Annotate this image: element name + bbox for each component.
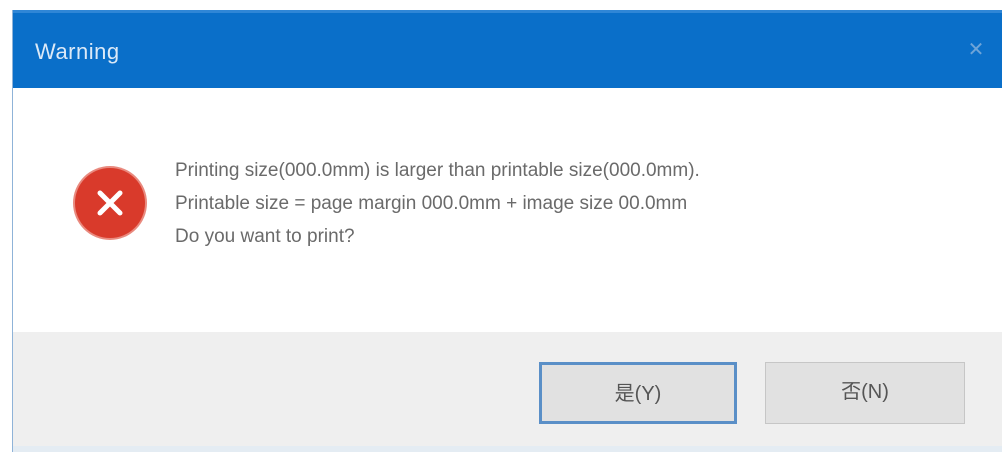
dialog-message: Printing size(000.0mm) is larger than pr…	[175, 154, 955, 253]
yes-button[interactable]: 是(Y)	[539, 362, 737, 424]
dialog-title: Warning	[35, 39, 120, 64]
warning-dialog: Warning ✕ Printing size(000.0mm) is larg…	[12, 10, 1002, 452]
message-line-1: Printing size(000.0mm) is larger than pr…	[175, 160, 700, 181]
close-button[interactable]: ✕	[961, 35, 991, 65]
dialog-content: Printing size(000.0mm) is larger than pr…	[13, 88, 1002, 332]
error-x-glyph	[97, 190, 123, 216]
dialog-titlebar[interactable]: Warning ✕	[13, 10, 1002, 88]
dialog-footer: 是(Y) 否(N)	[13, 332, 1002, 452]
dialog-bottom-edge	[13, 446, 1002, 452]
error-icon	[75, 168, 145, 238]
no-button[interactable]: 否(N)	[765, 362, 965, 424]
message-line-2: Printable size = page margin 000.0mm + i…	[175, 193, 688, 214]
message-line-3: Do you want to print?	[175, 226, 355, 247]
